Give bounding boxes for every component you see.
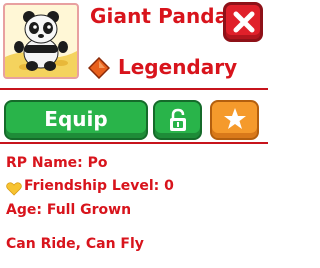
star-icon bbox=[224, 108, 246, 129]
rarity-label: Legendary bbox=[118, 55, 238, 79]
panda-icon bbox=[5, 11, 77, 77]
close-button[interactable] bbox=[223, 2, 263, 42]
heart-icon bbox=[6, 182, 22, 196]
pet-image bbox=[3, 3, 79, 79]
divider bbox=[0, 88, 268, 90]
close-icon bbox=[233, 11, 255, 33]
divider bbox=[0, 142, 268, 144]
friendship-level-text: Friendship Level: 0 bbox=[24, 178, 174, 194]
pet-info-panel: Giant Panda Legendary Equip RP Name: Po … bbox=[0, 0, 268, 268]
abilities-text: Can Ride, Can Fly bbox=[6, 236, 144, 252]
age-text: Age: Full Grown bbox=[6, 202, 132, 218]
favorite-button[interactable] bbox=[210, 100, 259, 140]
equip-button[interactable]: Equip bbox=[4, 100, 148, 140]
rarity-gem-icon bbox=[88, 57, 110, 79]
lock-button[interactable] bbox=[153, 100, 202, 140]
unlock-icon bbox=[170, 108, 186, 131]
rp-name-text: RP Name: Po bbox=[6, 155, 108, 171]
pet-name: Giant Panda bbox=[90, 4, 229, 28]
